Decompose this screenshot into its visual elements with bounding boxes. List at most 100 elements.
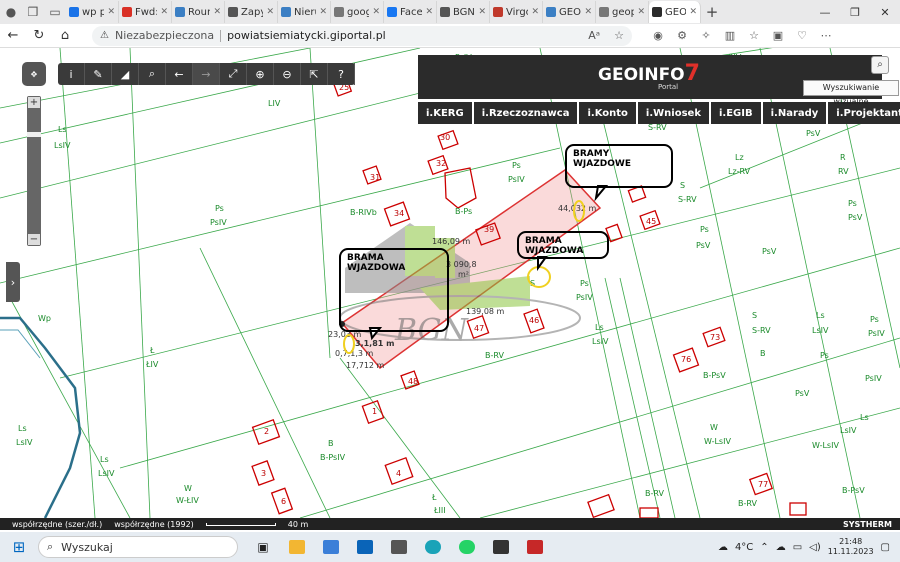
minimize-icon[interactable]: — <box>810 6 840 19</box>
tab-close-icon[interactable]: ✕ <box>584 7 592 17</box>
svg-text:45: 45 <box>646 217 656 226</box>
temperature-label: 4°C <box>734 541 754 553</box>
side-panel-toggle[interactable]: › <box>6 262 20 302</box>
forward-icon[interactable]: → <box>193 63 220 85</box>
tab-title: geopor <box>612 6 634 18</box>
new-tab-button[interactable]: + <box>701 3 723 21</box>
pan-control-icon[interactable]: ✥ <box>22 62 46 86</box>
tab-close-icon[interactable]: ✕ <box>160 7 168 17</box>
tab-close-icon[interactable]: ✕ <box>319 7 327 17</box>
app-icon[interactable] <box>518 534 552 560</box>
task-view-icon[interactable]: ▣ <box>246 534 280 560</box>
measure-icon[interactable]: ◢ <box>112 63 139 85</box>
tab-close-icon[interactable]: ✕ <box>478 7 486 17</box>
share-icon[interactable]: ⇱ <box>301 63 328 85</box>
browser-essentials-icon[interactable]: ♡ <box>790 29 814 42</box>
browser-tab[interactable]: BGN Ni✕ <box>437 1 490 23</box>
file-explorer-icon[interactable] <box>280 534 314 560</box>
browser-tab[interactable]: Fwd: Na✕ <box>119 1 172 23</box>
tab-favicon-icon <box>228 7 238 17</box>
close-icon[interactable]: ✕ <box>870 6 900 19</box>
notes-icon[interactable] <box>484 534 518 560</box>
outlook-icon[interactable] <box>348 534 382 560</box>
tab-close-icon[interactable]: ✕ <box>425 7 433 17</box>
browser-tab[interactable]: Roundc✕ <box>172 1 225 23</box>
back-icon[interactable]: ← <box>166 63 193 85</box>
menu-item[interactable]: i.Wniosek <box>637 102 709 124</box>
tab-close-icon[interactable]: ✕ <box>107 7 115 17</box>
browser-tab[interactable]: Virgo -✕ <box>490 1 543 23</box>
split-screen-icon[interactable]: ▥ <box>718 29 742 42</box>
tab-favicon-icon <box>281 7 291 17</box>
tray-chevron-icon[interactable]: ⌃ <box>760 542 768 553</box>
menu-item[interactable]: i.EGIB <box>710 102 761 124</box>
browser-tab[interactable]: Zapytan✕ <box>225 1 278 23</box>
back-icon[interactable]: ← <box>0 28 26 43</box>
extensions-puzzle-icon[interactable]: ✧ <box>694 29 718 42</box>
home-icon[interactable]: ⌂ <box>52 28 78 43</box>
browser-tab[interactable]: google✕ <box>331 1 384 23</box>
pencil-icon[interactable]: ✎ <box>85 63 112 85</box>
url-field[interactable]: ⚠ Niezabezpieczona powiatsiemiatycki.gip… <box>92 25 632 46</box>
weather-icon[interactable]: ☁ <box>718 542 728 553</box>
workspaces-icon[interactable]: ❒ <box>22 0 44 24</box>
svg-text:3,1,81 m: 3,1,81 m <box>355 339 394 348</box>
collections-icon[interactable]: ▣ <box>766 29 790 42</box>
browser-tab[interactable]: GEO ✕ <box>649 1 701 23</box>
maximize-icon[interactable]: ❐ <box>840 6 870 19</box>
zoom-in-icon[interactable]: ⊕ <box>247 63 274 85</box>
help-icon[interactable]: ? <box>328 63 355 85</box>
tab-title: wp poc <box>82 6 104 18</box>
settings-gear-icon[interactable]: ⚙ <box>670 29 694 42</box>
whatsapp-icon[interactable] <box>450 534 484 560</box>
zoom-in-button[interactable]: + <box>28 97 40 108</box>
browser-tab[interactable]: Nieruch✕ <box>278 1 331 23</box>
menu-item[interactable]: i.KERG <box>418 102 472 124</box>
fullscreen-icon[interactable]: ⤢ <box>220 63 247 85</box>
volume-icon[interactable]: ◁) <box>809 542 821 553</box>
edge-icon[interactable] <box>416 534 450 560</box>
info-icon[interactable]: i <box>58 63 85 85</box>
notifications-icon[interactable]: ▢ <box>881 542 890 553</box>
taskbar-search[interactable]: ⌕ Wyszukaj <box>38 536 238 558</box>
store-icon[interactable] <box>314 534 348 560</box>
tab-close-icon[interactable]: ✕ <box>372 7 380 17</box>
tab-close-icon[interactable]: ✕ <box>689 7 697 17</box>
tab-title: Roundc <box>188 6 210 18</box>
favorite-star-icon[interactable]: ☆ <box>614 29 624 42</box>
tab-actions-icon[interactable]: ▭ <box>44 0 66 24</box>
systherm-brand: SYSTHERM <box>842 519 892 529</box>
svg-text:LsIV: LsIV <box>840 426 857 435</box>
reload-icon[interactable]: ↻ <box>26 28 52 43</box>
onedrive-icon[interactable]: ☁ <box>776 542 786 553</box>
zoom-out-icon[interactable]: ⊖ <box>274 63 301 85</box>
visual-search-icon[interactable]: ⌕ <box>871 56 889 74</box>
menu-item[interactable]: i.Rzeczoznawca <box>473 102 578 124</box>
menu-item[interactable]: i.Narady <box>762 102 827 124</box>
browser-tab[interactable]: wp poc✕ <box>66 1 119 23</box>
zoom-slider[interactable]: + − <box>27 96 41 246</box>
search-icon[interactable]: ⌕ <box>139 63 166 85</box>
browser-tab[interactable]: GEOPO✕ <box>543 1 596 23</box>
tab-close-icon[interactable]: ✕ <box>637 7 645 17</box>
tab-close-icon[interactable]: ✕ <box>213 7 221 17</box>
svg-text:17,712 m: 17,712 m <box>346 361 385 370</box>
windows-start-icon[interactable]: ⊞ <box>4 538 34 556</box>
calculator-icon[interactable] <box>382 534 416 560</box>
zoom-out-button[interactable]: − <box>28 234 40 245</box>
read-aloud-icon[interactable]: Aᵃ <box>588 29 600 42</box>
browser-tab[interactable]: geopor✕ <box>596 1 649 23</box>
more-menu-icon[interactable]: ⋯ <box>814 29 838 42</box>
menu-item[interactable]: i.Konto <box>579 102 636 124</box>
browser-tab[interactable]: Faceboo✕ <box>384 1 437 23</box>
tab-close-icon[interactable]: ✕ <box>531 7 539 17</box>
svg-text:4: 4 <box>396 469 401 478</box>
tab-close-icon[interactable]: ✕ <box>266 7 274 17</box>
zoom-slider-knob[interactable] <box>27 132 41 137</box>
profile-icon[interactable]: ● <box>0 0 22 24</box>
favorites-icon[interactable]: ☆ <box>742 29 766 42</box>
extension-icon[interactable]: ◉ <box>646 29 670 42</box>
svg-text:PsIV: PsIV <box>210 218 227 227</box>
clock[interactable]: 21:48 11.11.2023 <box>828 537 874 557</box>
network-icon[interactable]: ▭ <box>793 542 802 553</box>
